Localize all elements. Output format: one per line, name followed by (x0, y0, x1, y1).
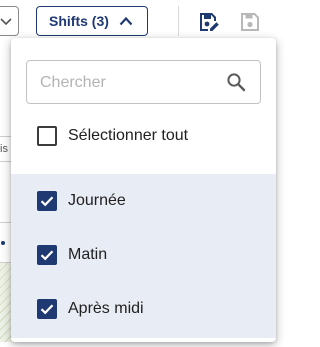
screen: Shifts (3) is Chercher Sélectionner tout… (0, 0, 283, 347)
select-all-checkbox[interactable] (37, 126, 57, 146)
search-icon[interactable] (226, 72, 246, 97)
shifts-dropdown-panel: Sélectionner tout Journée Matin Après mi… (11, 38, 276, 342)
table-cell-fragment: is (0, 136, 11, 162)
shifts-filter-label: Shifts (3) (49, 13, 109, 29)
toolbar-divider (178, 6, 179, 36)
select-all-option[interactable]: Sélectionner tout (11, 109, 276, 163)
table-cell-fragment (0, 222, 11, 262)
select-all-label: Sélectionner tout (68, 127, 189, 144)
shift-option-matin[interactable]: Matin (11, 228, 276, 282)
save-edit-icon[interactable] (196, 9, 222, 35)
checkbox-checked[interactable] (37, 245, 57, 265)
search-field[interactable] (26, 60, 261, 104)
table-cell-fragment (0, 262, 11, 342)
chevron-down-icon (0, 14, 12, 33)
shift-option-label: Journée (68, 192, 126, 209)
shift-option-label: Après midi (68, 300, 144, 317)
shift-option-label: Matin (68, 246, 108, 263)
shifts-filter-button[interactable]: Shifts (3) (36, 6, 148, 36)
chevron-up-icon (119, 13, 133, 29)
checkbox-checked[interactable] (37, 299, 57, 319)
save-icon[interactable] (237, 9, 263, 35)
checkbox-checked[interactable] (37, 191, 57, 211)
filter-select-edge[interactable] (0, 6, 19, 36)
shift-option-apres-midi[interactable]: Après midi (11, 282, 276, 336)
search-input[interactable] (40, 71, 210, 95)
shift-option-journee[interactable]: Journée (11, 174, 276, 228)
